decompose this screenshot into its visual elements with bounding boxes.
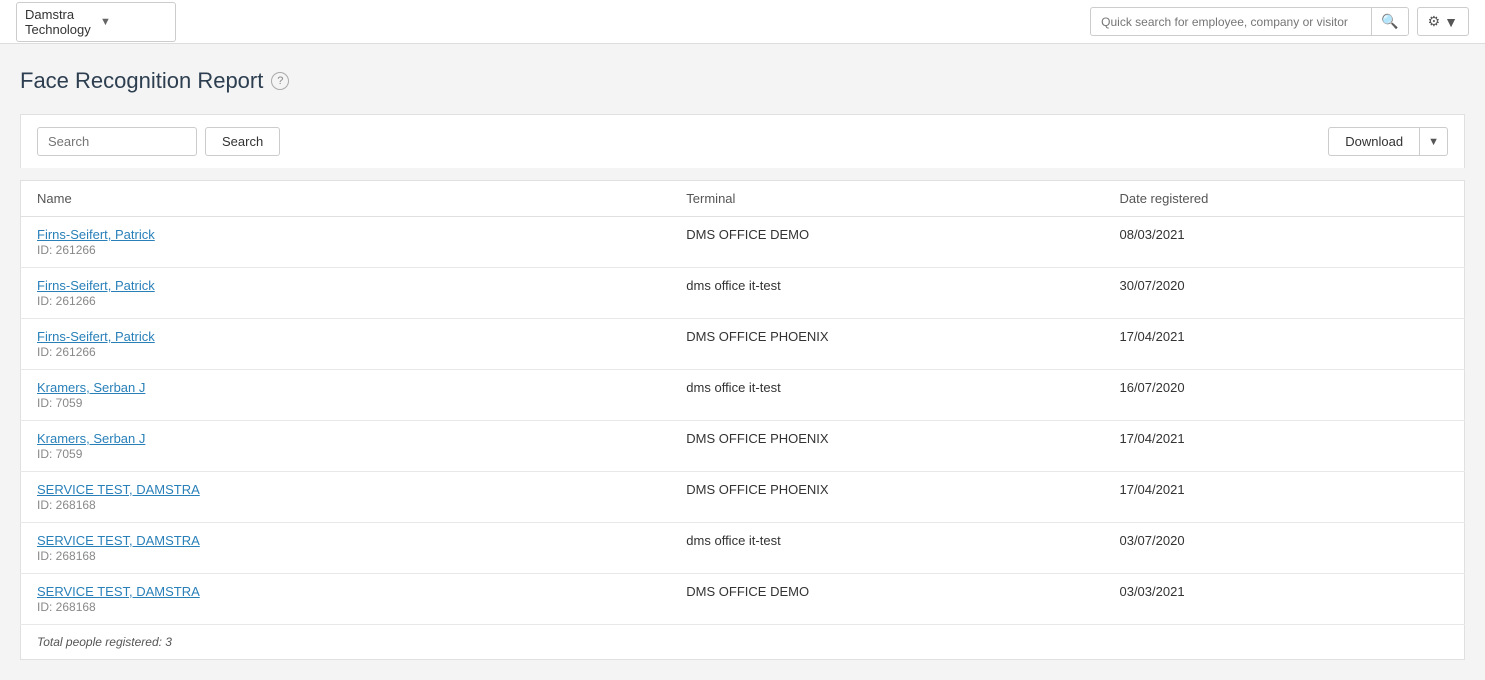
table-row: Firns-Seifert, PatrickID: 261266 DMS OFFI…: [21, 319, 1465, 370]
person-name-link[interactable]: Firns-Seifert, Patrick: [37, 278, 654, 293]
date-cell: 17/04/2021: [1103, 472, 1464, 523]
terminal-cell: dms office it-test: [670, 370, 1103, 421]
terminal-cell: DMS OFFICE PHOENIX: [670, 319, 1103, 370]
download-button[interactable]: Download: [1328, 127, 1419, 156]
nav-right: 🔍 ⚙ ▼: [1090, 7, 1469, 36]
table-row: SERVICE TEST, DAMSTRAID: 268168 dms offic…: [21, 523, 1465, 574]
person-id: ID: 268168: [37, 600, 96, 614]
terminal-cell: DMS OFFICE PHOENIX: [670, 421, 1103, 472]
date-cell: 17/04/2021: [1103, 319, 1464, 370]
person-id: ID: 261266: [37, 294, 96, 308]
page-title: Face Recognition Report: [20, 68, 263, 94]
person-name-link[interactable]: Kramers, Serban J: [37, 380, 654, 395]
terminal-cell: DMS OFFICE DEMO: [670, 574, 1103, 625]
table-row: SERVICE TEST, DAMSTRAID: 268168 DMS OFFIC…: [21, 574, 1465, 625]
total-registered: Total people registered: 3: [21, 625, 1465, 660]
download-chevron-button[interactable]: ▼: [1419, 127, 1448, 156]
person-name-link[interactable]: Firns-Seifert, Patrick: [37, 227, 654, 242]
company-name: Damstra Technology: [25, 7, 92, 37]
gear-icon: ⚙: [1428, 13, 1441, 30]
date-cell: 17/04/2021: [1103, 421, 1464, 472]
table-row: SERVICE TEST, DAMSTRAID: 268168 DMS OFFIC…: [21, 472, 1465, 523]
table-footer-row: Total people registered: 3: [21, 625, 1465, 660]
person-name-link[interactable]: SERVICE TEST, DAMSTRA: [37, 482, 654, 497]
terminal-cell: DMS OFFICE PHOENIX: [670, 472, 1103, 523]
global-search-button[interactable]: 🔍: [1371, 8, 1407, 35]
filter-row: Search Download ▼: [20, 114, 1465, 168]
table-row: Firns-Seifert, PatrickID: 261266 DMS OFFI…: [21, 217, 1465, 268]
date-cell: 03/03/2021: [1103, 574, 1464, 625]
person-id: ID: 261266: [37, 345, 96, 359]
date-cell: 08/03/2021: [1103, 217, 1464, 268]
page-content: Face Recognition Report ? Search Downloa…: [0, 44, 1485, 680]
table-row: Firns-Seifert, PatrickID: 261266 dms offi…: [21, 268, 1465, 319]
table-header-row: Name Terminal Date registered: [21, 181, 1465, 217]
col-header-terminal: Terminal: [670, 181, 1103, 217]
person-id: ID: 268168: [37, 498, 96, 512]
help-icon[interactable]: ?: [271, 72, 289, 90]
search-input[interactable]: [37, 127, 197, 156]
search-button[interactable]: Search: [205, 127, 280, 156]
chevron-down-icon: ▼: [100, 16, 167, 28]
terminal-cell: dms office it-test: [670, 523, 1103, 574]
person-name-link[interactable]: Firns-Seifert, Patrick: [37, 329, 654, 344]
col-header-date: Date registered: [1103, 181, 1464, 217]
person-id: ID: 7059: [37, 447, 82, 461]
person-id: ID: 7059: [37, 396, 82, 410]
date-cell: 03/07/2020: [1103, 523, 1464, 574]
terminal-cell: dms office it-test: [670, 268, 1103, 319]
col-header-name: Name: [21, 181, 671, 217]
table-row: Kramers, Serban JID: 7059 DMS OFFICE PHOE…: [21, 421, 1465, 472]
person-id: ID: 261266: [37, 243, 96, 257]
top-nav: Damstra Technology ▼ 🔍 ⚙ ▼: [0, 0, 1485, 44]
filter-left: Search: [37, 127, 280, 156]
company-selector[interactable]: Damstra Technology ▼: [16, 2, 176, 42]
global-search-input[interactable]: [1091, 10, 1371, 34]
person-name-link[interactable]: SERVICE TEST, DAMSTRA: [37, 533, 654, 548]
report-table: Name Terminal Date registered Firns-Seif…: [20, 180, 1465, 660]
person-name-link[interactable]: SERVICE TEST, DAMSTRA: [37, 584, 654, 599]
date-cell: 30/07/2020: [1103, 268, 1464, 319]
terminal-cell: DMS OFFICE DEMO: [670, 217, 1103, 268]
person-name-link[interactable]: Kramers, Serban J: [37, 431, 654, 446]
download-btn-wrap: Download ▼: [1328, 127, 1448, 156]
page-title-row: Face Recognition Report ?: [20, 68, 1465, 94]
table-row: Kramers, Serban JID: 7059 dms office it-t…: [21, 370, 1465, 421]
person-id: ID: 268168: [37, 549, 96, 563]
date-cell: 16/07/2020: [1103, 370, 1464, 421]
global-search-box: 🔍: [1090, 7, 1408, 36]
settings-button[interactable]: ⚙ ▼: [1417, 7, 1469, 36]
gear-chevron-icon: ▼: [1444, 14, 1458, 30]
